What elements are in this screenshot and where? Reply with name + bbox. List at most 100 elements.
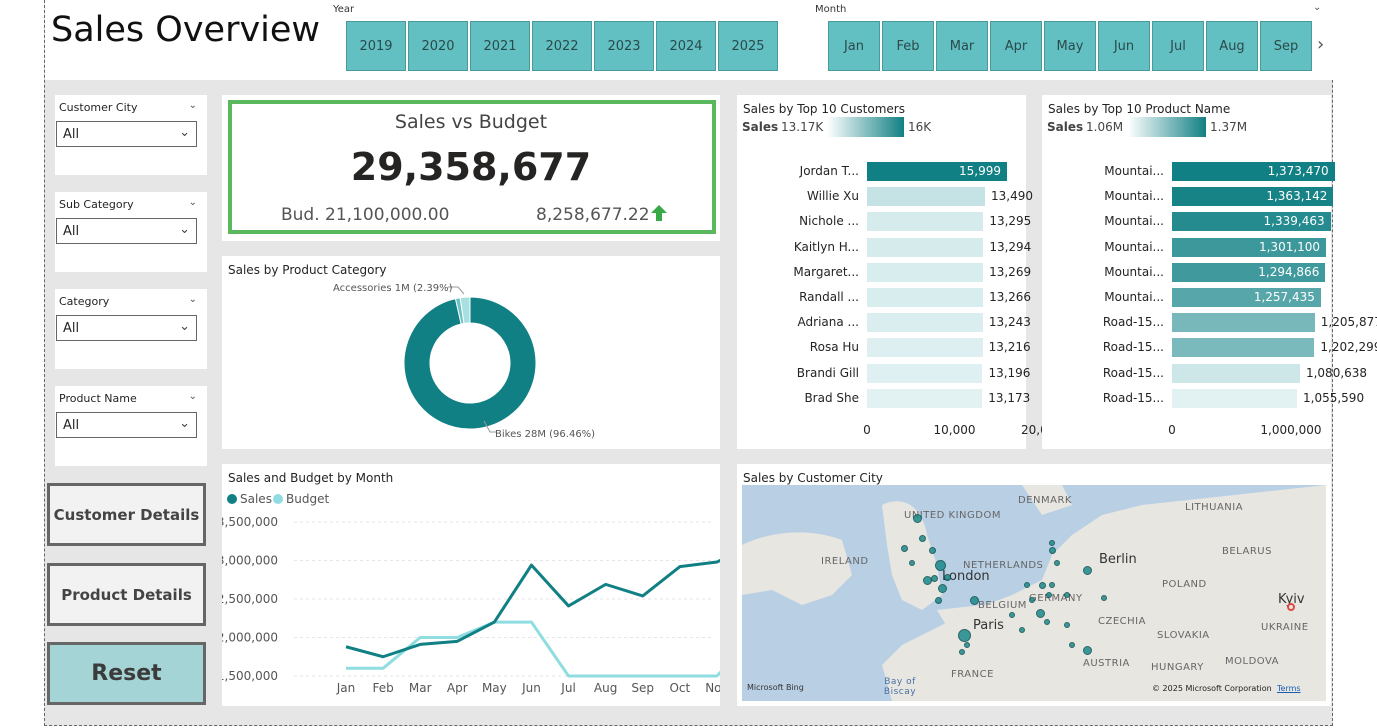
month-tile-aug[interactable]: Aug <box>1206 21 1258 71</box>
bar[interactable] <box>867 212 984 232</box>
city-marker[interactable] <box>1101 595 1107 601</box>
bar-row[interactable]: Mountai... 1,301,100 <box>1042 237 1331 258</box>
year-tile-2021[interactable]: 2021 <box>470 21 530 71</box>
city-marker[interactable] <box>1069 642 1075 648</box>
city-marker[interactable] <box>912 513 922 523</box>
chevron-down-icon[interactable]: ⌄ <box>189 197 197 208</box>
city-marker[interactable] <box>900 544 908 552</box>
month-tile-jun[interactable]: Jun <box>1098 21 1150 71</box>
filter-dropdown-category[interactable]: All ⌄ <box>56 315 197 341</box>
bar-row[interactable]: Road-15... 1,080,638 <box>1042 363 1367 384</box>
month-tile-sep[interactable]: Sep <box>1260 21 1312 71</box>
city-marker[interactable] <box>964 642 970 648</box>
bar-row[interactable]: Road-15... 1,205,877 <box>1042 313 1377 333</box>
month-tile-jul[interactable]: Jul <box>1152 21 1204 71</box>
city-marker[interactable] <box>1009 612 1015 618</box>
bar-row[interactable]: Rosa Hu 13,216 <box>737 338 1031 358</box>
city-marker[interactable] <box>909 560 915 566</box>
bar-row[interactable]: Road-15... 1,055,590 <box>1042 388 1364 409</box>
city-marker[interactable] <box>918 534 926 542</box>
city-marker[interactable] <box>1054 560 1060 566</box>
chevron-down-icon[interactable]: ⌄ <box>189 294 197 305</box>
reset-button[interactable]: Reset <box>47 642 206 705</box>
bar-row[interactable]: Road-15... 1,202,299 <box>1042 338 1377 358</box>
chevron-down-icon[interactable]: ⌄ <box>189 100 197 111</box>
city-marker[interactable] <box>1082 565 1092 575</box>
bar[interactable] <box>867 187 986 207</box>
bar[interactable] <box>1172 363 1300 383</box>
month-tile-jan[interactable]: Jan <box>828 21 880 71</box>
month-tile-may[interactable]: May <box>1044 21 1096 71</box>
map-label: UKRAINE <box>1261 622 1309 633</box>
month-tile-feb[interactable]: Feb <box>882 21 934 71</box>
city-marker[interactable] <box>1038 581 1046 589</box>
city-marker[interactable] <box>934 559 946 571</box>
bar[interactable] <box>867 313 983 333</box>
bar-row[interactable]: Mountai... 1,373,470 <box>1042 162 1335 182</box>
bar[interactable] <box>867 388 983 408</box>
city-marker[interactable] <box>930 574 938 582</box>
bar-row[interactable]: Mountai... 1,363,142 <box>1042 187 1334 207</box>
city-marker[interactable] <box>1048 546 1056 554</box>
bar-row[interactable]: Kaitlyn H... 13,294 <box>737 237 1031 258</box>
bar[interactable] <box>867 363 983 383</box>
city-marker[interactable] <box>937 583 947 593</box>
map[interactable]: UNITED KINGDOM DENMARK LITHUANIA IRELAND NET… <box>742 485 1326 701</box>
city-marker[interactable] <box>957 628 971 642</box>
bar[interactable] <box>867 237 984 257</box>
month-slicer-chevron-icon[interactable]: ⌄ <box>1313 2 1321 13</box>
customer-details-button[interactable]: Customer Details <box>47 483 206 546</box>
city-marker[interactable] <box>1049 582 1055 588</box>
city-marker[interactable] <box>1024 582 1030 588</box>
filter-dropdown-customer-city[interactable]: All ⌄ <box>56 121 197 147</box>
bar[interactable] <box>867 262 984 282</box>
year-tile-2023[interactable]: 2023 <box>594 21 654 71</box>
city-marker[interactable] <box>1044 619 1050 625</box>
bar-row[interactable]: Randall ... 13,266 <box>737 288 1031 308</box>
month-tile-apr[interactable]: Apr <box>990 21 1042 71</box>
bar-row[interactable]: Margaret... 13,269 <box>737 262 1031 283</box>
city-marker[interactable] <box>1064 622 1070 628</box>
city-marker[interactable] <box>1029 597 1035 603</box>
scroll-right-icon[interactable]: › <box>1317 34 1324 55</box>
city-marker[interactable] <box>1019 627 1025 633</box>
bar[interactable] <box>1172 313 1315 333</box>
year-tile-2019[interactable]: 2019 <box>346 21 406 71</box>
month-tile-mar[interactable]: Mar <box>936 21 988 71</box>
bar-row[interactable]: Brad She 13,173 <box>737 388 1030 409</box>
bar-row[interactable]: Brandi Gill 13,196 <box>737 363 1030 384</box>
year-tile-2022[interactable]: 2022 <box>532 21 592 71</box>
city-marker[interactable] <box>928 546 936 554</box>
city-marker[interactable] <box>1049 540 1055 546</box>
year-tile-2025[interactable]: 2025 <box>718 21 778 71</box>
bar[interactable] <box>867 338 983 358</box>
bar-row[interactable]: Willie Xu 13,490 <box>737 187 1033 207</box>
bar-row[interactable]: Mountai... 1,294,866 <box>1042 262 1331 283</box>
bar[interactable] <box>867 288 984 307</box>
chevron-down-icon[interactable]: ⌄ <box>189 391 197 402</box>
bar-value-label: 1,363,142 <box>1266 189 1328 204</box>
city-marker[interactable] <box>959 649 965 655</box>
city-marker[interactable] <box>969 595 979 605</box>
bar-row[interactable]: Adriana ... 13,243 <box>737 313 1031 333</box>
bar[interactable] <box>1172 338 1315 358</box>
bar-row[interactable]: Jordan T... 15,999 <box>737 162 1026 182</box>
filter-dropdown-sub-category[interactable]: All ⌄ <box>56 218 197 244</box>
bar-row[interactable]: Mountai... 1,339,463 <box>1042 212 1331 232</box>
year-tile-2020[interactable]: 2020 <box>408 21 468 71</box>
filter-dropdown-product-name[interactable]: All ⌄ <box>56 412 197 438</box>
product-details-button[interactable]: Product Details <box>47 563 206 626</box>
city-marker[interactable] <box>1082 645 1092 655</box>
city-marker[interactable] <box>943 573 951 581</box>
year-tile-2024[interactable]: 2024 <box>656 21 716 71</box>
map-label: Paris <box>973 618 1004 633</box>
city-marker[interactable] <box>1035 608 1045 618</box>
map-label: LITHUANIA <box>1185 502 1244 513</box>
city-marker[interactable] <box>1046 592 1052 598</box>
city-marker[interactable] <box>934 596 942 604</box>
map-terms-link[interactable]: Terms <box>1277 684 1301 693</box>
bar[interactable] <box>1172 388 1297 408</box>
bar-row[interactable]: Mountai... 1,257,435 <box>1042 288 1331 308</box>
bar-row[interactable]: Nichole ... 13,295 <box>737 212 1031 232</box>
city-marker[interactable] <box>1064 592 1070 598</box>
